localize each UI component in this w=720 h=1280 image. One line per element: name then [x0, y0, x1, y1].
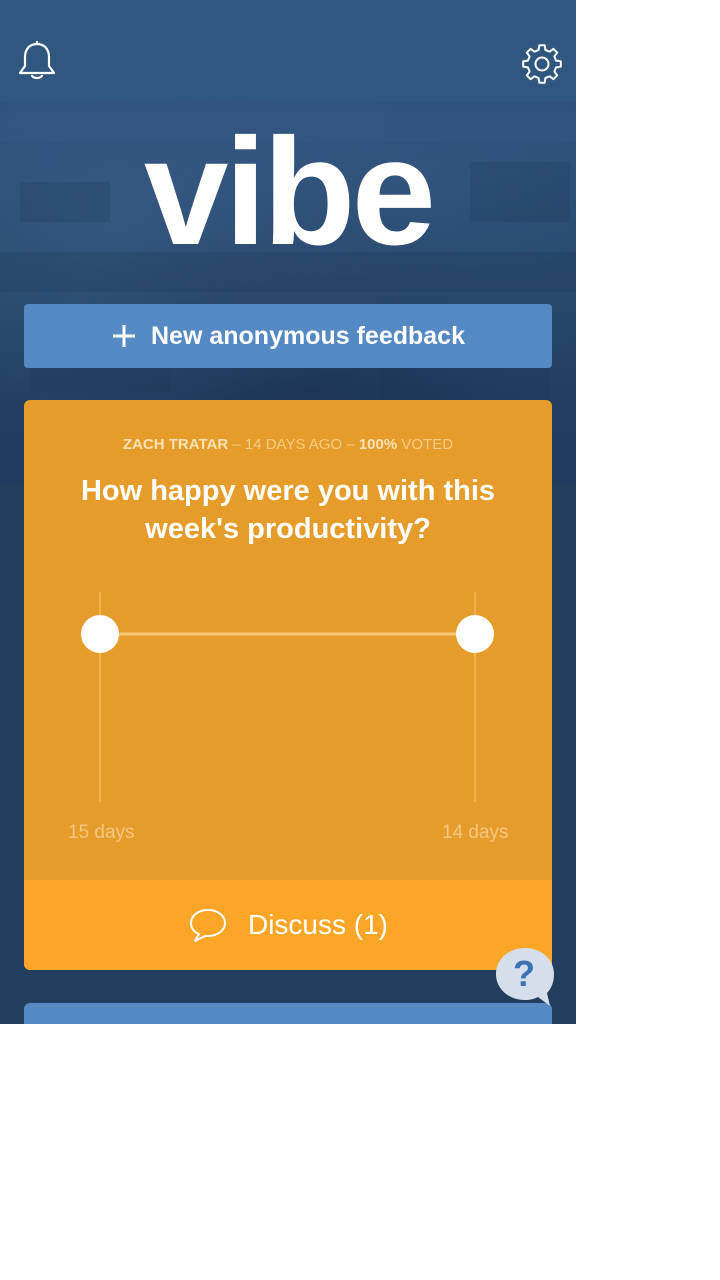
- poll-voted-percent: 100%: [358, 436, 398, 453]
- next-poll-card[interactable]: [24, 1003, 552, 1024]
- poll-meta: ZACH TRATAR – 14 DAYS AGO – 100% VOTED: [24, 436, 552, 453]
- new-feedback-button[interactable]: New anonymous feedback: [24, 304, 552, 368]
- help-label: ?: [513, 953, 535, 994]
- speech-bubble-icon: [189, 909, 226, 942]
- bell-icon[interactable]: [16, 40, 58, 82]
- discuss-label: Discuss (1): [247, 909, 388, 940]
- meta-separator-1: –: [232, 436, 241, 453]
- poll-question: How happy were you with this week's prod…: [80, 475, 496, 545]
- app-screen: vibe New anonymous feedback ZACH TRATAR …: [0, 0, 576, 1024]
- discuss-button[interactable]: Discuss (1): [24, 880, 552, 970]
- poll-voted-label: VOTED: [401, 436, 454, 453]
- poll-author: ZACH TRATAR: [122, 436, 229, 453]
- data-point: [456, 615, 494, 653]
- top-bar: [0, 0, 576, 102]
- vibe-logo: vibe: [143, 107, 436, 277]
- new-feedback-label: New anonymous feedback: [151, 321, 465, 350]
- poll-age: 14 DAYS AGO: [244, 436, 343, 453]
- meta-separator-2: –: [346, 436, 355, 453]
- x-tick-label-14-days: 14 days: [442, 822, 509, 843]
- plus-icon: [113, 325, 135, 347]
- help-bubble-icon[interactable]: ?: [494, 946, 556, 1008]
- gear-icon[interactable]: [520, 42, 564, 86]
- x-tick-label-15-days: 15 days: [68, 822, 135, 843]
- poll-card: ZACH TRATAR – 14 DAYS AGO – 100% VOTED H…: [24, 400, 552, 970]
- data-point: [81, 615, 119, 653]
